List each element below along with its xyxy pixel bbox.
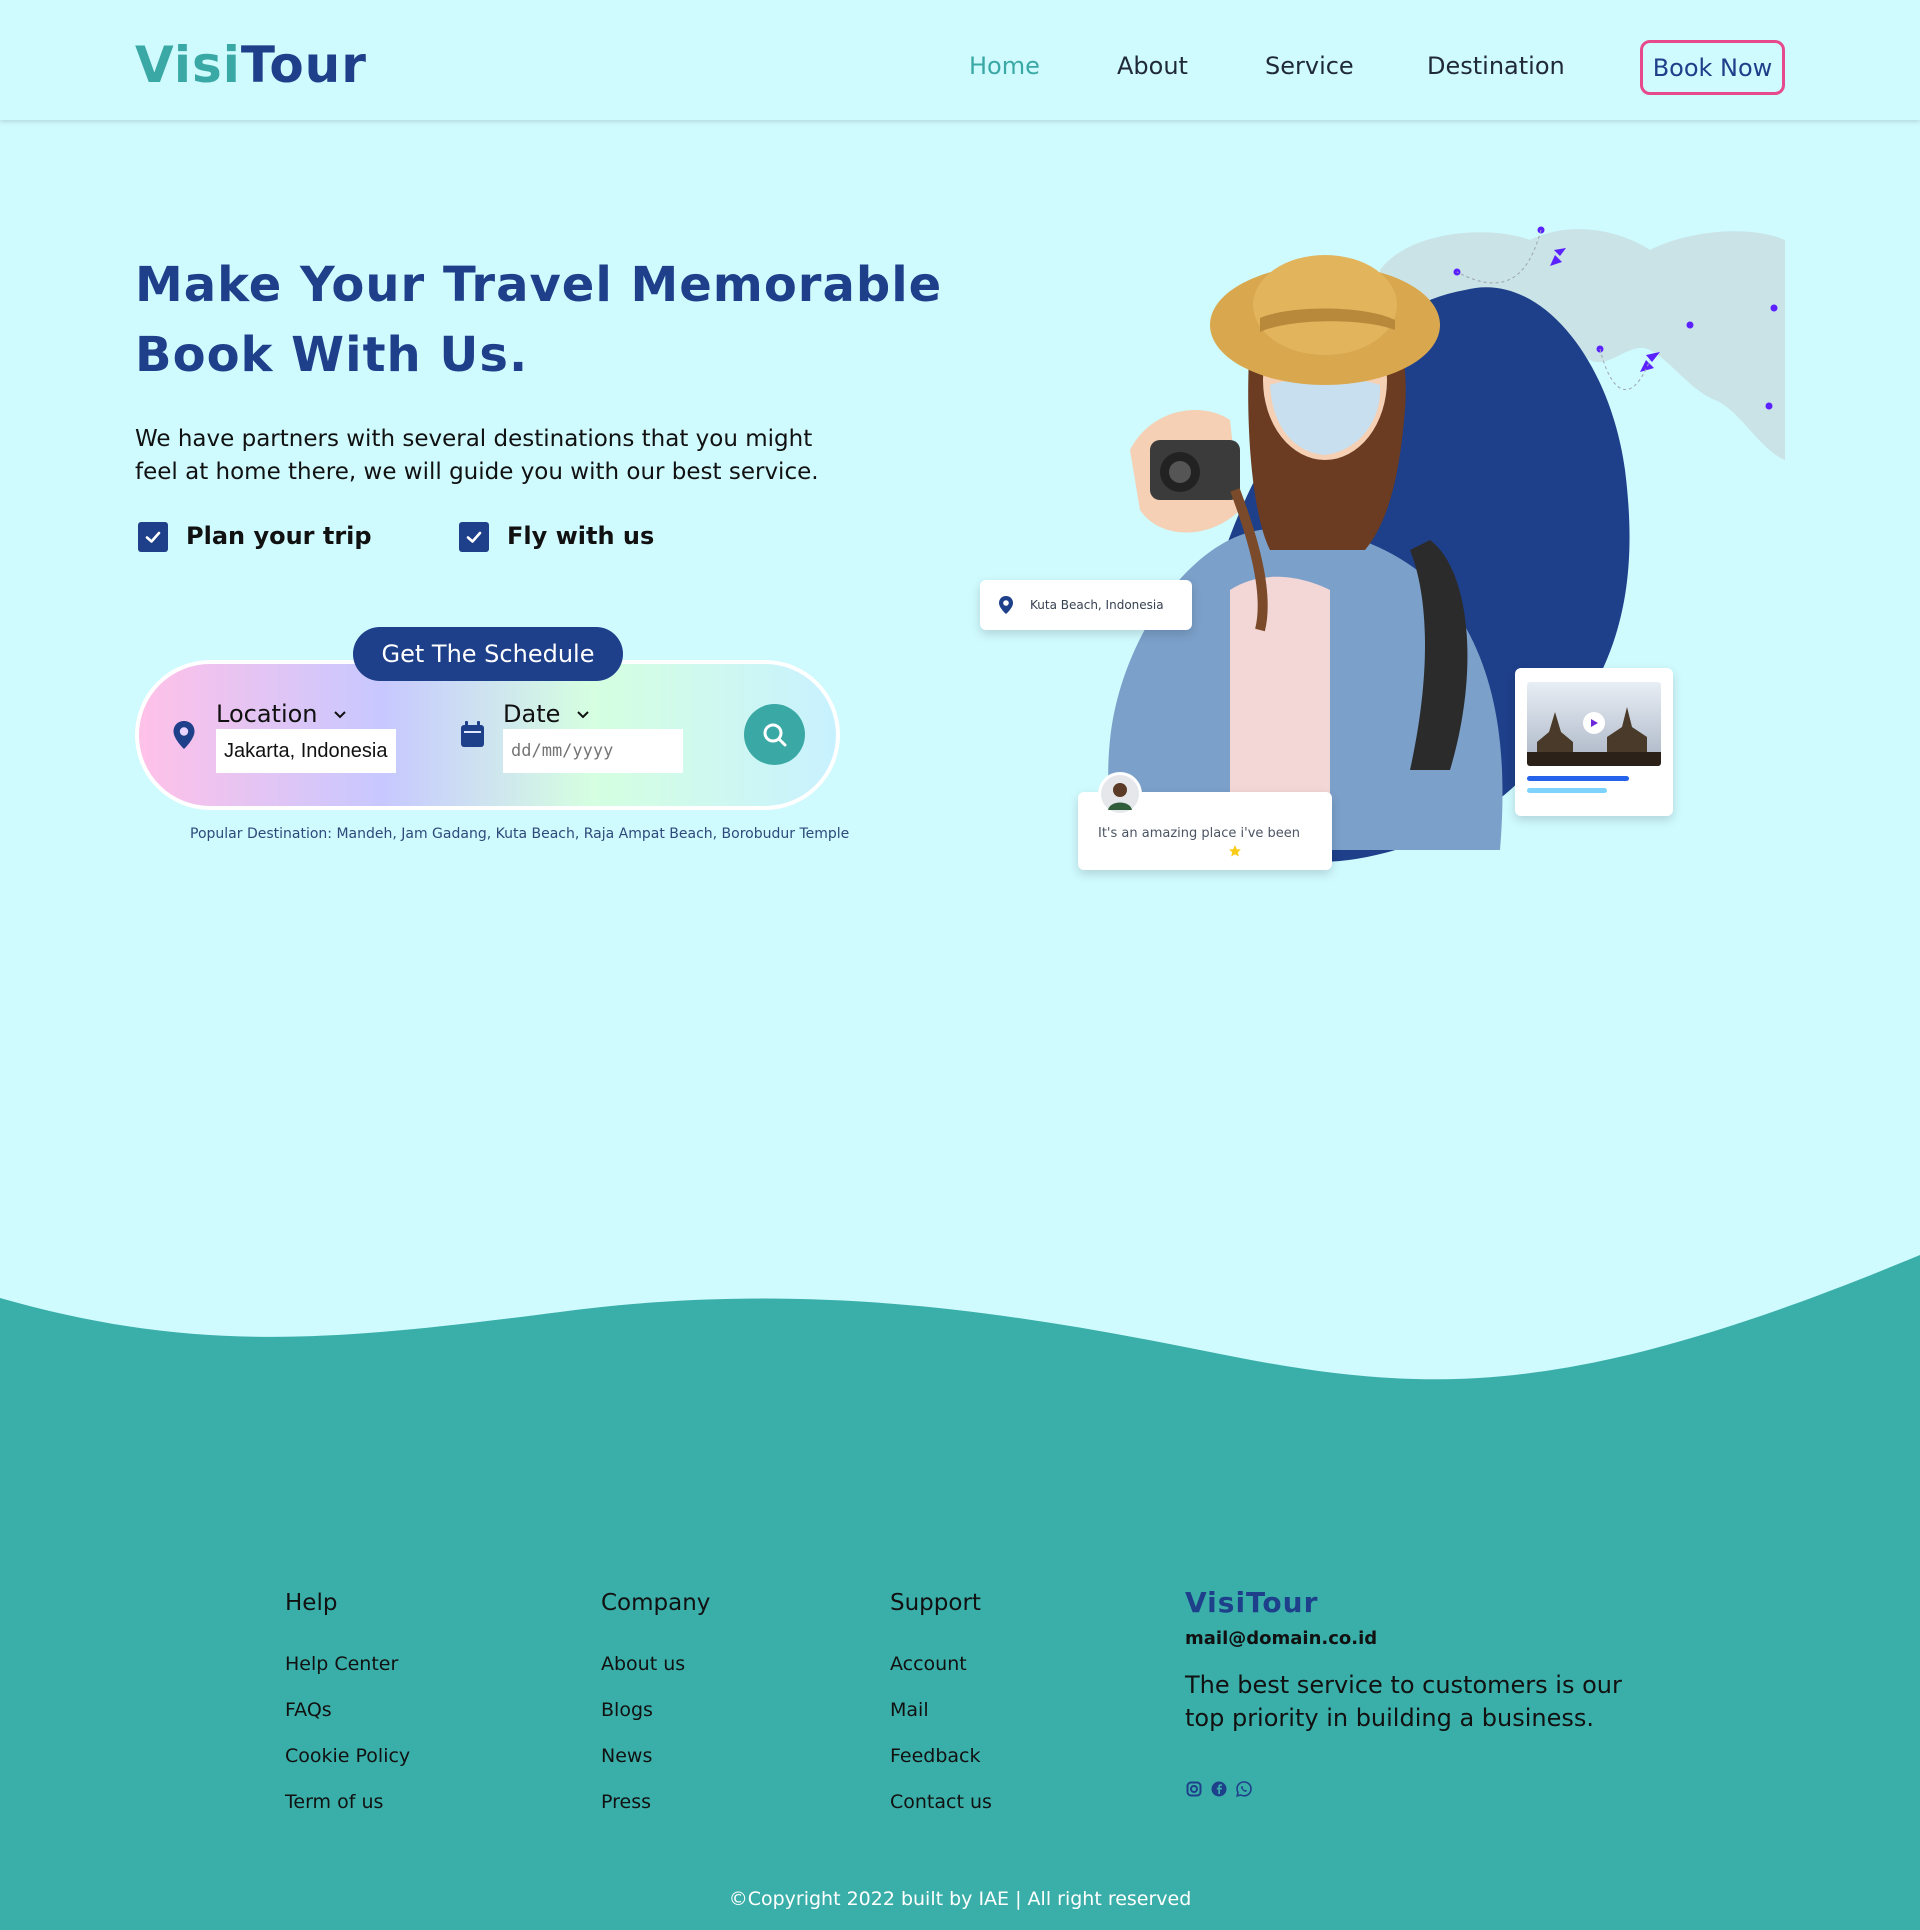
video-card[interactable]: [1515, 668, 1673, 816]
chevron-down-icon: [577, 711, 589, 719]
footer-link-faqs[interactable]: FAQs: [285, 1699, 332, 1721]
nav-destination[interactable]: Destination: [1427, 52, 1565, 80]
date-input[interactable]: [503, 729, 683, 773]
checkbox-plan-trip[interactable]: [138, 522, 168, 552]
video-progress-bar-secondary: [1527, 788, 1607, 793]
footer-description: The best service to customers is our top…: [1185, 1671, 1622, 1732]
checkbox-fly-with-us[interactable]: [459, 522, 489, 552]
check-label-fly-with-us: Fly with us: [507, 522, 655, 550]
logo-part-tour: Tour: [240, 36, 367, 94]
logo-part-visi: Visi: [135, 36, 241, 94]
date-label: Date: [503, 700, 561, 728]
facebook-icon[interactable]: [1211, 1781, 1227, 1797]
get-schedule-button[interactable]: Get The Schedule: [353, 627, 623, 681]
temple-thumbnail: [1527, 682, 1661, 766]
site-header: VisiTour Home About Service Destination …: [0, 0, 1920, 120]
footer-logo[interactable]: VisiTour: [1185, 1586, 1318, 1619]
footer-link-mail[interactable]: Mail: [890, 1699, 929, 1721]
footer-link-press[interactable]: Press: [601, 1791, 651, 1813]
instagram-icon[interactable]: [1186, 1781, 1202, 1797]
check-icon: [466, 531, 482, 543]
footer-link-about-us[interactable]: About us: [601, 1653, 685, 1675]
footer-support-heading: Support: [890, 1590, 981, 1616]
star-icon: [1229, 845, 1241, 857]
hero-illustration: Kuta Beach, Indonesia It's an amazing pl…: [970, 210, 1785, 880]
copyright-text: ©Copyright 2022 built by IAE | All right…: [728, 1888, 1192, 1910]
hero-subtitle-line-1: We have partners with several destinatio…: [135, 426, 813, 452]
location-pin-icon: [999, 596, 1013, 614]
location-card: Kuta Beach, Indonesia: [980, 580, 1192, 630]
nav-home[interactable]: Home: [969, 52, 1040, 80]
video-progress-bar: [1527, 776, 1629, 781]
footer-link-account[interactable]: Account: [890, 1653, 967, 1675]
location-card-text: Kuta Beach, Indonesia: [1030, 598, 1164, 612]
location-dropdown[interactable]: Location: [216, 700, 347, 728]
popular-destinations: Popular Destination: Mandeh, Jam Gadang,…: [190, 826, 850, 842]
check-label-plan-trip: Plan your trip: [186, 522, 372, 550]
hero-title-line-1: Make Your Travel Memorable: [135, 257, 943, 313]
date-dropdown[interactable]: Date: [503, 700, 590, 728]
chevron-down-icon: [334, 711, 346, 719]
footer-help-heading: Help: [285, 1590, 338, 1616]
logo[interactable]: VisiTour: [135, 36, 367, 94]
footer-link-feedback[interactable]: Feedback: [890, 1745, 980, 1767]
footer-link-news[interactable]: News: [601, 1745, 652, 1767]
hero-title: Make Your Travel Memorable Book With Us.: [135, 250, 942, 390]
footer-link-contact-us[interactable]: Contact us: [890, 1791, 992, 1813]
location-label: Location: [216, 700, 318, 728]
whatsapp-icon[interactable]: [1236, 1781, 1252, 1797]
check-icon: [145, 531, 161, 543]
footer-link-cookie-policy[interactable]: Cookie Policy: [285, 1745, 410, 1767]
hero-subtitle: We have partners with several destinatio…: [135, 423, 835, 489]
play-button[interactable]: [1583, 712, 1605, 734]
footer-link-help-center[interactable]: Help Center: [285, 1653, 398, 1675]
footer-link-term-of-us[interactable]: Term of us: [285, 1791, 383, 1813]
review-card-text: It's an amazing place i've been: [1098, 826, 1301, 841]
review-card: It's an amazing place i've been: [1078, 772, 1332, 870]
search-icon: [763, 723, 786, 746]
location-pin-icon: [173, 721, 195, 749]
book-now-button[interactable]: Book Now: [1640, 40, 1785, 95]
footer-company-heading: Company: [601, 1590, 711, 1616]
reviewer-avatar: [1098, 772, 1142, 816]
calendar-icon: [461, 721, 484, 747]
avatar-icon: [1101, 775, 1139, 813]
footer-link-blogs[interactable]: Blogs: [601, 1699, 653, 1721]
hero-subtitle-line-2: feel at home there, we will guide you wi…: [135, 459, 819, 485]
hero-title-line-2: Book With Us.: [135, 327, 529, 383]
location-input[interactable]: [216, 729, 396, 773]
nav-service[interactable]: Service: [1265, 52, 1354, 80]
footer-email[interactable]: mail@domain.co.id: [1185, 1628, 1377, 1649]
nav-about[interactable]: About: [1117, 52, 1188, 80]
search-button[interactable]: [744, 704, 805, 765]
play-icon: [1591, 719, 1598, 727]
